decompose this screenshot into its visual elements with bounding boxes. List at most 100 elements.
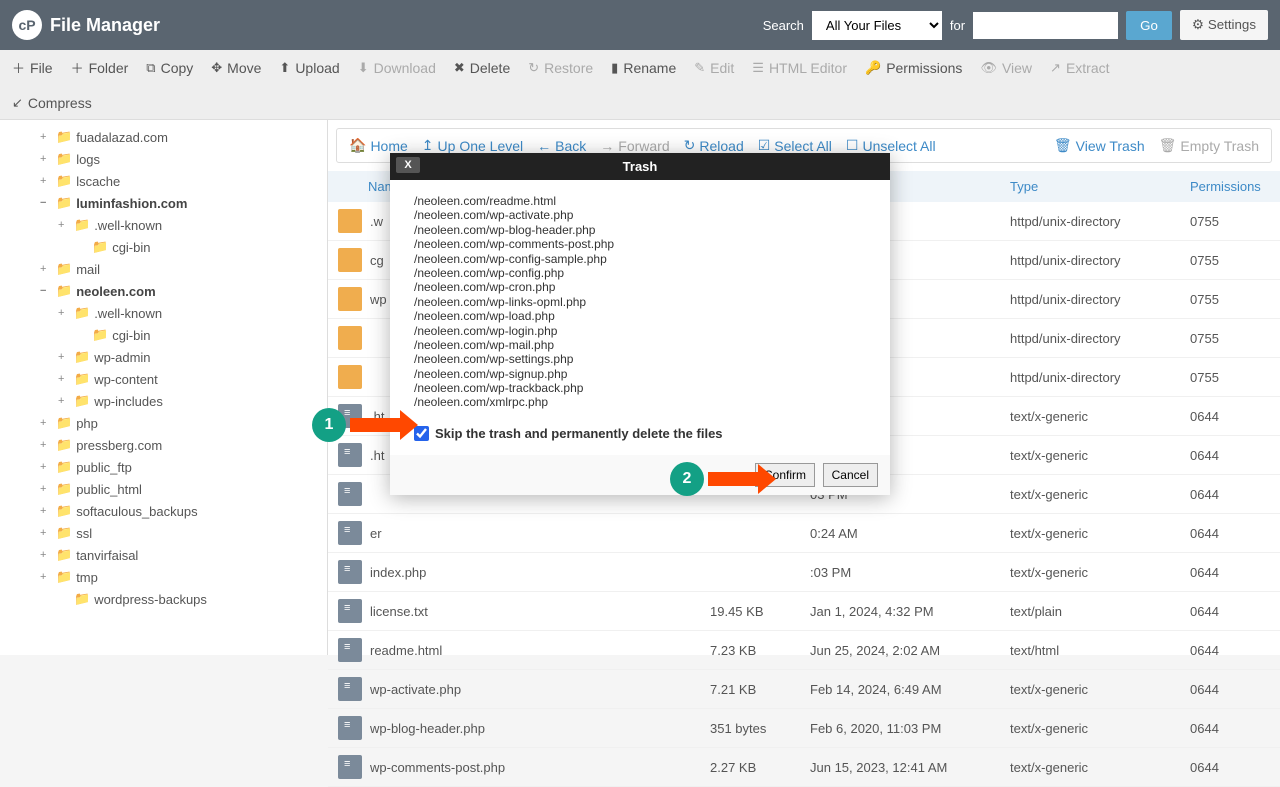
folder-button[interactable]: ＋Folder xyxy=(71,58,129,77)
folder-icon: 📁 xyxy=(74,305,90,321)
html-icon: ☰ xyxy=(752,60,764,76)
tree-item[interactable]: +📁tmp xyxy=(10,566,317,588)
view-trash-button[interactable]: 🗑View Trash xyxy=(1054,137,1145,154)
folder-icon: 📁 xyxy=(56,547,72,563)
tree-item[interactable]: +📁softaculous_backups xyxy=(10,500,317,522)
file-row[interactable]: wp-activate.php7.21 KBFeb 14, 2024, 6:49… xyxy=(328,670,1280,709)
empty-trash-button[interactable]: 🗑Empty Trash xyxy=(1159,137,1259,154)
search-input[interactable] xyxy=(973,12,1118,39)
download-button[interactable]: ⬇Download xyxy=(358,60,436,76)
col-type[interactable]: Type xyxy=(1010,179,1190,194)
tree-item[interactable]: +📁logs xyxy=(10,148,317,170)
extract-button[interactable]: ↗Extract xyxy=(1050,60,1109,76)
tree-item[interactable]: +📁php xyxy=(10,412,317,434)
expand-icon[interactable]: + xyxy=(40,461,52,473)
home-button[interactable]: 🏠Home xyxy=(349,137,408,154)
back-button[interactable]: ←Back xyxy=(537,137,586,154)
unselect-all-button[interactable]: ☐Unselect All xyxy=(846,137,936,154)
expand-icon[interactable]: + xyxy=(58,307,70,319)
file-modified: 0:24 AM xyxy=(810,526,1010,541)
settings-button[interactable]: ⚙Settings xyxy=(1180,10,1268,40)
expand-icon[interactable]: + xyxy=(40,571,52,583)
tree-item[interactable]: +📁.well-known xyxy=(10,214,317,236)
tree-item[interactable]: 📁cgi-bin xyxy=(10,236,317,258)
go-button[interactable]: Go xyxy=(1126,11,1172,40)
file-type: text/html xyxy=(1010,643,1190,658)
file-type: text/x-generic xyxy=(1010,721,1190,736)
expand-icon[interactable]: + xyxy=(40,483,52,495)
file-list: /neoleen.com/readme.html/neoleen.com/wp-… xyxy=(414,194,866,410)
file-button[interactable]: ＋File xyxy=(12,58,53,77)
tree-item[interactable]: +📁lscache xyxy=(10,170,317,192)
forward-button[interactable]: →Forward xyxy=(600,137,669,154)
forward-icon: → xyxy=(600,138,614,154)
expand-icon[interactable]: + xyxy=(58,351,70,363)
tree-item[interactable]: 📁wordpress-backups xyxy=(10,588,317,610)
skip-trash-checkbox-label[interactable]: Skip the trash and permanently delete th… xyxy=(414,426,866,442)
expand-icon[interactable]: + xyxy=(58,395,70,407)
upload-button[interactable]: ⬆Upload xyxy=(279,60,339,76)
file-row[interactable]: wp-blog-header.php351 bytesFeb 6, 2020, … xyxy=(328,709,1280,748)
folder-icon: 📁 xyxy=(56,151,72,167)
tree-item[interactable]: 📁cgi-bin xyxy=(10,324,317,346)
expand-icon[interactable]: + xyxy=(40,505,52,517)
view-button[interactable]: 👁View xyxy=(980,60,1032,76)
restore-button[interactable]: ↻Restore xyxy=(528,60,593,76)
file-row[interactable]: index.php:03 PMtext/x-generic0644 xyxy=(328,553,1280,592)
select-all-button[interactable]: ☑Select All xyxy=(758,137,832,154)
expand-icon[interactable]: − xyxy=(40,197,52,209)
folder-icon: 📁 xyxy=(56,437,72,453)
expand-icon[interactable]: + xyxy=(40,175,52,187)
tree-item[interactable]: −📁luminfashion.com xyxy=(10,192,317,214)
expand-icon[interactable]: + xyxy=(40,527,52,539)
rename-button[interactable]: ▮Rename xyxy=(611,60,676,76)
expand-icon[interactable]: + xyxy=(40,263,52,275)
close-icon[interactable]: X xyxy=(396,157,420,173)
move-button[interactable]: ✥Move xyxy=(211,60,261,76)
up-level-button[interactable]: ↥Up One Level xyxy=(422,137,523,154)
modal-file-item: /neoleen.com/wp-load.php xyxy=(414,309,866,323)
tree-item[interactable]: +📁wp-includes xyxy=(10,390,317,412)
expand-icon[interactable]: + xyxy=(58,219,70,231)
tree-item[interactable]: +📁pressberg.com xyxy=(10,434,317,456)
permissions-button[interactable]: 🔑Permissions xyxy=(865,60,962,76)
copy-button[interactable]: ⧉Copy xyxy=(146,60,193,76)
file-size: 351 bytes xyxy=(710,721,810,736)
file-row[interactable]: er0:24 AMtext/x-generic0644 xyxy=(328,514,1280,553)
eye-icon: 👁 xyxy=(980,60,997,76)
tree-label: wp-content xyxy=(94,372,158,387)
delete-button[interactable]: ✖Delete xyxy=(454,60,510,76)
tree-label: wp-admin xyxy=(94,350,150,365)
tree-item[interactable]: +📁ssl xyxy=(10,522,317,544)
annotation-badge-2: 2 xyxy=(670,462,704,496)
search-scope-select[interactable]: All Your Files xyxy=(812,11,942,40)
cancel-button[interactable]: Cancel xyxy=(823,463,878,487)
expand-icon[interactable]: + xyxy=(58,373,70,385)
tree-item[interactable]: +📁mail xyxy=(10,258,317,280)
tree-item[interactable]: +📁public_ftp xyxy=(10,456,317,478)
reload-button[interactable]: ↻Reload xyxy=(684,137,744,154)
file-perm: 0755 xyxy=(1190,370,1270,385)
tree-item[interactable]: +📁public_html xyxy=(10,478,317,500)
modal-file-item: /neoleen.com/wp-cron.php xyxy=(414,280,866,294)
expand-icon[interactable]: + xyxy=(40,153,52,165)
expand-icon[interactable]: + xyxy=(40,417,52,429)
file-row[interactable]: readme.html7.23 KBJun 25, 2024, 2:02 AMt… xyxy=(328,631,1280,670)
html-editor-button[interactable]: ☰HTML Editor xyxy=(752,60,847,76)
tree-label: ssl xyxy=(76,526,92,541)
file-row[interactable]: license.txt19.45 KBJan 1, 2024, 4:32 PMt… xyxy=(328,592,1280,631)
compress-button[interactable]: ↙Compress xyxy=(12,95,1268,111)
tree-item[interactable]: −📁neoleen.com xyxy=(10,280,317,302)
tree-item[interactable]: +📁wp-content xyxy=(10,368,317,390)
tree-item[interactable]: +📁tanvirfaisal xyxy=(10,544,317,566)
col-perm[interactable]: Permissions xyxy=(1190,179,1270,194)
expand-icon[interactable]: − xyxy=(40,285,52,297)
expand-icon[interactable]: + xyxy=(40,549,52,561)
expand-icon[interactable]: + xyxy=(40,439,52,451)
file-row[interactable]: wp-comments-post.php2.27 KBJun 15, 2023,… xyxy=(328,748,1280,787)
tree-item[interactable]: +📁fuadalazad.com xyxy=(10,126,317,148)
expand-icon[interactable]: + xyxy=(40,131,52,143)
tree-item[interactable]: +📁.well-known xyxy=(10,302,317,324)
edit-button[interactable]: ✎Edit xyxy=(694,60,734,76)
tree-item[interactable]: +📁wp-admin xyxy=(10,346,317,368)
